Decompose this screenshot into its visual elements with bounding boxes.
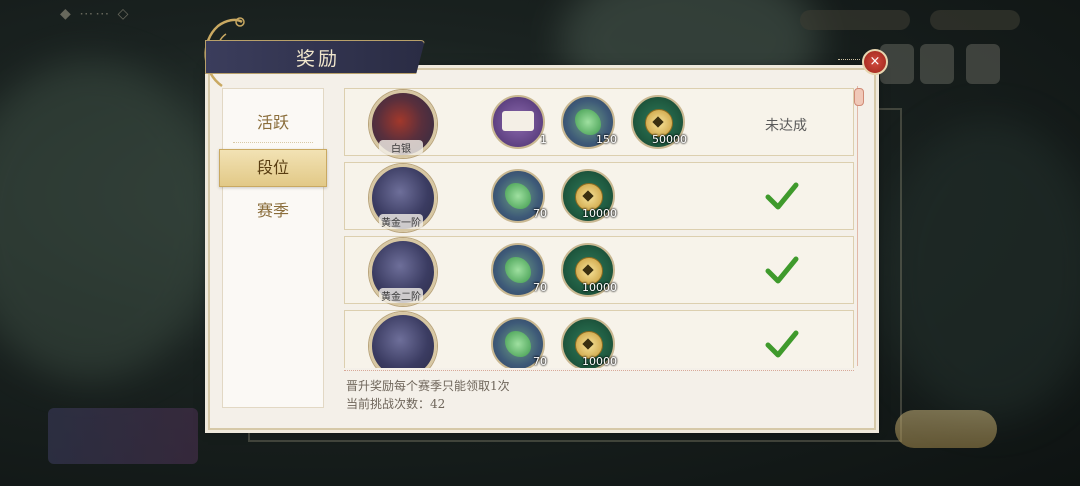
background-ink bbox=[0, 60, 220, 380]
reward-quantity: 70 bbox=[533, 281, 547, 294]
jade-icon[interactable]: 70 bbox=[491, 243, 547, 297]
coin-icon[interactable]: 50000 bbox=[631, 95, 687, 149]
rank-label: 黄金二阶 bbox=[379, 288, 423, 303]
reward-quantity: 10000 bbox=[582, 207, 617, 220]
background-ink bbox=[880, 120, 1080, 420]
jade-icon[interactable]: 150 bbox=[561, 95, 617, 149]
reward-row: 黄金二阶 70 10000 bbox=[344, 236, 854, 306]
category-sidebar: 活跃 段位 赛季 bbox=[219, 88, 327, 408]
rank-badge-icon bbox=[369, 312, 437, 368]
status-not-achieved: 未达成 bbox=[765, 118, 807, 134]
tab-activity[interactable]: 活跃 bbox=[223, 105, 323, 141]
reward-quantity: 1 bbox=[540, 133, 547, 146]
divider bbox=[344, 370, 854, 371]
list-scrollbar[interactable] bbox=[854, 86, 866, 366]
jade-icon[interactable]: 70 bbox=[491, 317, 547, 368]
close-button-line bbox=[838, 59, 860, 60]
jade-icon[interactable]: 70 bbox=[491, 169, 547, 223]
background-character bbox=[920, 44, 954, 84]
reward-row: 70 10000 bbox=[344, 310, 854, 368]
dialog-title: 奖励 bbox=[296, 48, 341, 70]
reward-quantity: 50000 bbox=[652, 133, 687, 146]
background-character-card bbox=[48, 408, 198, 464]
background-resource-bar bbox=[930, 10, 1020, 30]
reward-row: 黄金一阶 70 10000 bbox=[344, 162, 854, 232]
coin-icon[interactable]: 10000 bbox=[561, 243, 617, 297]
background-character bbox=[966, 44, 1000, 84]
checkmark-icon bbox=[765, 330, 799, 358]
reward-quantity: 10000 bbox=[582, 355, 617, 368]
promotion-note: 晋升奖励每个赛季只能领取1次 bbox=[346, 379, 510, 393]
background-button bbox=[895, 410, 997, 448]
reward-row: 白银 1 150 50000 未达成 bbox=[344, 88, 854, 158]
tab-rank[interactable]: 段位 bbox=[219, 149, 327, 187]
checkmark-icon bbox=[765, 182, 799, 210]
reward-quantity: 10000 bbox=[582, 281, 617, 294]
reward-quantity: 70 bbox=[533, 355, 547, 368]
background-resource-bar bbox=[800, 10, 910, 30]
reward-quantity: 70 bbox=[533, 207, 547, 220]
reward-quantity: 150 bbox=[596, 133, 617, 146]
coin-icon[interactable]: 10000 bbox=[561, 317, 617, 368]
rank-label: 白银 bbox=[379, 140, 423, 155]
challenge-count: 当前挑战次数：42 bbox=[346, 397, 446, 411]
scrollbar-thumb[interactable] bbox=[854, 88, 864, 106]
close-button[interactable]: × bbox=[862, 49, 888, 75]
scroll-icon[interactable]: 1 bbox=[491, 95, 547, 149]
tab-season[interactable]: 赛季 bbox=[223, 193, 323, 229]
reward-list[interactable]: 白银 1 150 50000 未达成 黄金一阶 70 10000 黄金二阶 70 bbox=[344, 86, 854, 368]
rank-label: 黄金一阶 bbox=[379, 214, 423, 229]
checkmark-icon bbox=[765, 256, 799, 284]
coin-icon[interactable]: 10000 bbox=[561, 169, 617, 223]
tab-separator bbox=[233, 142, 313, 143]
